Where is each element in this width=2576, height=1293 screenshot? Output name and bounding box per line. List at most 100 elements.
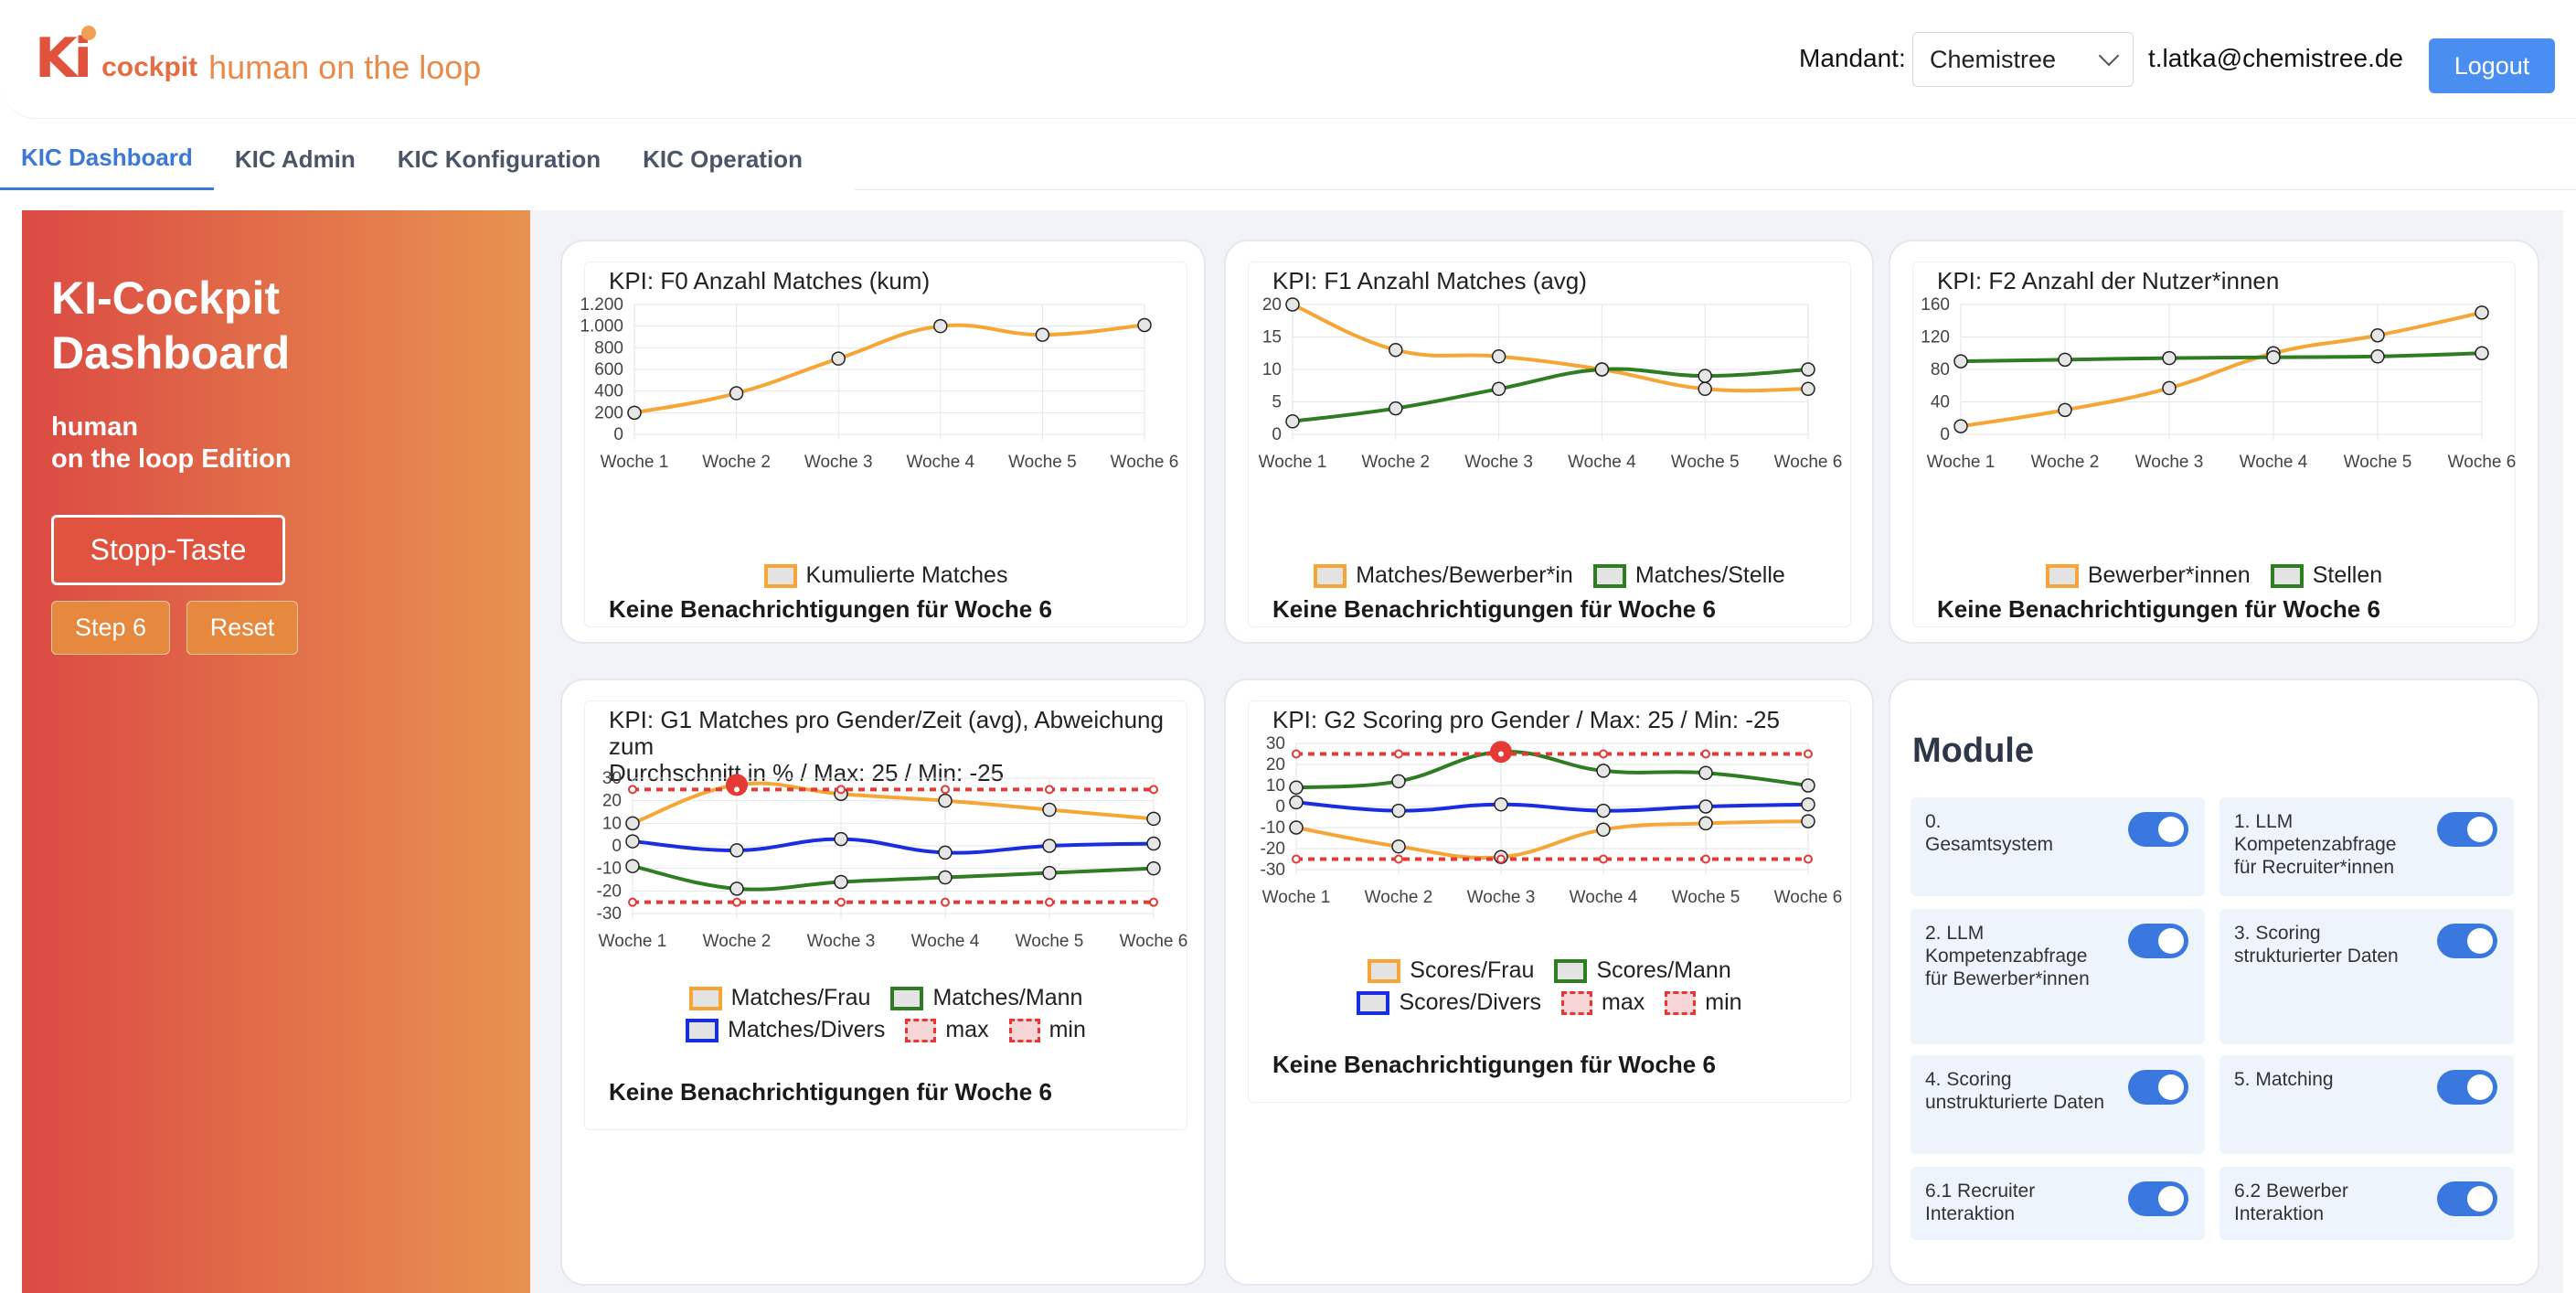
data-point[interactable] [831,351,846,366]
data-point[interactable] [1698,816,1713,831]
data-point[interactable] [2370,327,2385,343]
data-point[interactable] [1698,369,1712,383]
data-point[interactable] [933,318,948,334]
data-point[interactable] [1042,802,1057,817]
data-point[interactable] [729,843,744,858]
app-logo[interactable]: Ki cockpit human on the loop [35,22,481,86]
data-point[interactable] [1801,778,1815,793]
data-point[interactable] [1596,822,1611,838]
y-tick-label: 20 [602,792,622,811]
legend-item[interactable]: Scores/Frau [1368,957,1534,984]
legend-item[interactable]: Matches/Divers [686,1017,885,1043]
kpi-card-g2: KPI: G2 Scoring pro Gender / Max: 25 / M… [1224,679,1874,1286]
logout-button[interactable]: Logout [2429,38,2555,93]
legend-item[interactable]: min [1665,989,1742,1016]
data-point[interactable] [1596,764,1611,778]
step-button[interactable]: Step 6 [51,601,170,655]
legend-item[interactable]: Bewerber*innen [2045,562,2251,589]
data-point[interactable] [1289,820,1304,835]
data-point[interactable] [2058,402,2072,418]
legend-item[interactable]: Kumulierte Matches [763,562,1007,589]
data-point[interactable] [1698,381,1712,397]
data-point[interactable] [1137,317,1152,333]
data-point[interactable] [1042,865,1057,881]
data-point[interactable] [1146,811,1161,827]
tab-kic-operation[interactable]: KIC Operation [622,128,824,190]
data-point[interactable] [729,882,744,896]
reset-button[interactable]: Reset [186,601,298,655]
module-toggle[interactable] [2128,812,2188,847]
data-point[interactable] [1801,814,1815,828]
data-point[interactable] [1596,803,1611,818]
data-point[interactable] [627,405,642,421]
data-point[interactable] [729,386,744,401]
data-point[interactable] [1953,354,1968,369]
legend-item[interactable]: Scores/Mann [1554,957,1731,984]
data-point[interactable] [1953,419,1968,433]
data-point[interactable] [2058,352,2072,368]
data-point[interactable] [1285,414,1300,429]
data-point[interactable] [1289,780,1304,796]
module-toggle[interactable] [2437,812,2497,847]
data-point[interactable] [1801,381,1815,397]
data-point[interactable] [1391,774,1406,789]
toggle-knob [2158,1186,2184,1212]
module-toggle[interactable] [2437,924,2497,958]
legend-item[interactable]: Matches/Mann [890,985,1082,1011]
legend-item[interactable]: Scores/Divers [1357,989,1541,1016]
data-point[interactable] [834,874,848,890]
data-point[interactable] [1594,362,1610,377]
x-tick-label: Woche 2 [1365,888,1433,907]
data-point[interactable] [1389,401,1403,416]
data-point[interactable] [1698,799,1713,814]
data-point[interactable] [1698,765,1713,780]
module-toggle[interactable] [2128,924,2188,958]
data-point[interactable] [1391,839,1406,854]
data-point[interactable] [1801,362,1815,377]
x-tick-label: Woche 2 [1361,453,1430,472]
tab-kic-admin[interactable]: KIC Admin [214,128,377,190]
data-point[interactable] [1491,349,1506,364]
data-point[interactable] [834,831,848,847]
module-toggle[interactable] [2128,1070,2188,1105]
data-point[interactable] [1035,327,1050,342]
data-point[interactable] [1494,796,1508,812]
data-point[interactable] [625,834,640,849]
data-point[interactable] [2475,346,2489,360]
mandant-select[interactable]: Chemistree [1912,32,2134,87]
data-point[interactable] [2475,305,2489,320]
data-point[interactable] [1801,796,1815,812]
y-tick-label: 0 [613,425,623,444]
data-point[interactable] [1285,297,1300,312]
data-point[interactable] [625,816,640,831]
data-point[interactable] [938,870,953,885]
data-point[interactable] [1389,342,1403,358]
tab-kic-konfiguration[interactable]: KIC Konfiguration [377,128,622,190]
legend-item[interactable]: min [1008,1017,1086,1043]
legend-item[interactable]: Matches/Frau [688,985,870,1011]
y-tick-label: 5 [1272,393,1282,412]
data-point[interactable] [938,793,953,808]
legend-item[interactable]: Matches/Stelle [1592,562,1785,589]
tab-kic-dashboard[interactable]: KIC Dashboard [0,128,214,190]
data-point[interactable] [2162,380,2177,396]
data-point[interactable] [1289,795,1304,810]
data-point[interactable] [2162,350,2177,366]
data-point[interactable] [1391,803,1406,818]
data-point[interactable] [2266,349,2281,365]
module-toggle[interactable] [2437,1070,2497,1105]
legend-item[interactable]: max [905,1017,989,1043]
stop-button[interactable]: Stopp-Taste [51,515,285,585]
legend-item[interactable]: Stellen [2270,562,2382,589]
legend-item[interactable]: Matches/Bewerber*in [1314,562,1573,589]
data-point[interactable] [1042,839,1057,853]
data-point[interactable] [938,845,953,860]
legend-item[interactable]: max [1561,989,1645,1016]
module-toggle[interactable] [2128,1181,2188,1216]
data-point[interactable] [1491,381,1506,397]
data-point[interactable] [1146,860,1161,876]
data-point[interactable] [625,859,640,873]
module-toggle[interactable] [2437,1181,2497,1216]
data-point[interactable] [2370,349,2385,364]
data-point[interactable] [1146,836,1161,851]
